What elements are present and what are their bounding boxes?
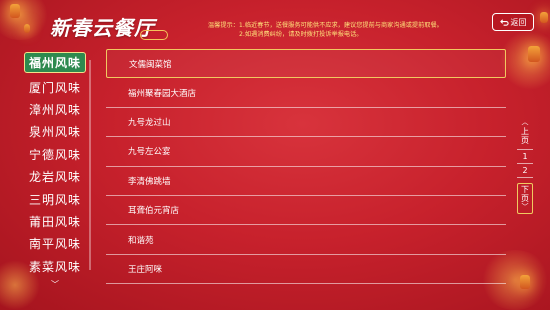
list-item[interactable]: 李清佛跳墙 <box>106 167 506 196</box>
sidebar-item-nanping[interactable]: 南平风味 <box>24 233 86 255</box>
chevron-down-icon: ﹀ <box>521 203 529 211</box>
list-item[interactable]: 耳聋伯元宵店 <box>106 196 506 226</box>
notice-text: 温馨提示：1.临近春节，送餐服务可能供不应求，建议您提前与商家沟通或提前取餐。 … <box>208 21 473 39</box>
lantern-decoration <box>10 4 20 18</box>
region-sidebar: 福州风味 厦门风味 漳州风味 泉州风味 宁德风味 龙岩风味 三明风味 莆田风味 … <box>24 52 86 290</box>
sidebar-item-zhangzhou[interactable]: 漳州风味 <box>24 98 86 120</box>
sidebar-item-quanzhou[interactable]: 泉州风味 <box>24 121 86 143</box>
lantern-glow <box>500 30 550 90</box>
restaurant-list: 文儒闽菜馆 福州聚春园大酒店 九号龙过山 九号左公宴 李清佛跳墙 耳聋伯元宵店 … <box>106 49 506 285</box>
list-item[interactable]: 九号龙过山 <box>106 108 506 138</box>
lantern-decoration <box>24 24 30 33</box>
list-item[interactable]: 九号左公宴 <box>106 137 506 167</box>
next-page-button[interactable]: 下 页 ﹀ <box>517 183 533 214</box>
sidebar-scrollbar[interactable] <box>89 60 91 270</box>
sidebar-item-putian[interactable]: 莆田风味 <box>24 210 86 232</box>
back-button[interactable]: 返回 <box>492 13 534 31</box>
sidebar-item-vegetarian[interactable]: 素菜风味 <box>24 255 86 277</box>
sidebar-item-xiamen[interactable]: 厦门风味 <box>24 76 86 98</box>
pager: ︿ 上 页 1 2 下 页 ﹀ <box>517 118 533 214</box>
notice-line: 温馨提示：1.临近春节，送餐服务可能供不应求，建议您提前与商家沟通或提前取餐。 <box>208 22 443 29</box>
page-number-2[interactable]: 2 <box>517 164 533 178</box>
page-title: 新春云餐厅 <box>50 16 155 40</box>
chevron-up-icon: ︿ <box>521 118 529 126</box>
back-button-label: 返回 <box>510 17 527 27</box>
lantern-decoration <box>520 275 530 289</box>
lantern-decoration <box>528 46 540 62</box>
sidebar-item-ningde[interactable]: 宁德风味 <box>24 143 86 165</box>
prev-page-button[interactable]: ︿ 上 页 <box>517 118 533 145</box>
next-page-label: 页 <box>521 194 529 203</box>
sidebar-item-longyan[interactable]: 龙岩风味 <box>24 166 86 188</box>
sidebar-item-sanming[interactable]: 三明风味 <box>24 188 86 210</box>
prev-page-label: 页 <box>521 136 529 145</box>
list-item[interactable]: 福州聚春园大酒店 <box>106 78 506 108</box>
chevron-down-icon[interactable]: ﹀ <box>24 279 86 290</box>
list-item[interactable]: 文儒闽菜馆 <box>106 49 506 79</box>
cloud-ornament-icon <box>140 30 168 40</box>
sidebar-item-fuzhou[interactable]: 福州风味 <box>24 52 86 73</box>
lantern-decoration <box>540 12 548 23</box>
notice-line: 2.如遇消费纠纷，请及时拨打投诉举报电话。 <box>239 31 363 38</box>
next-page-label: 下 <box>521 185 529 194</box>
lantern-glow <box>0 0 50 40</box>
page-number-1[interactable]: 1 <box>517 149 533 164</box>
list-item[interactable]: 和谐苑 <box>106 225 506 255</box>
return-arrow-icon <box>499 18 509 26</box>
list-item[interactable]: 王庄阿咪 <box>106 255 506 285</box>
prev-page-label: 上 <box>521 127 529 136</box>
